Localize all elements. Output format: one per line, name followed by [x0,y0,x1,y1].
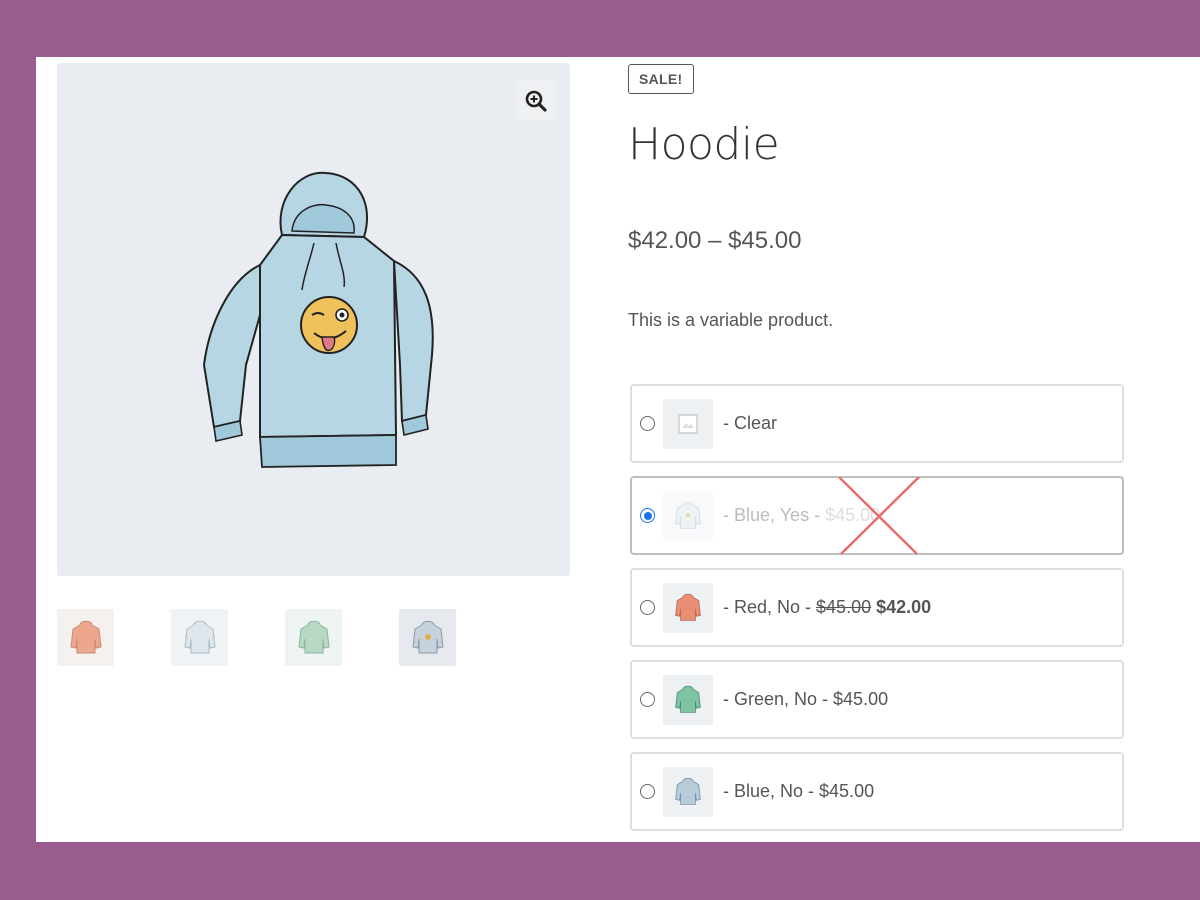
thumb-red-hoodie[interactable] [57,609,114,666]
variation-label: - Red, No - $45.00 $42.00 [723,597,932,617]
hoodie-thumb-icon [663,766,713,817]
variation-radio[interactable] [640,600,655,615]
thumb-blue-logo-hoodie[interactable] [399,609,456,666]
hoodie-thumb-icon [663,674,713,725]
placeholder-image-icon [663,398,713,449]
product-page: SALE! Hoodie $42.00 – $45.00 This is a v… [36,57,1200,842]
variation-radio[interactable] [640,692,655,707]
variation-label: - Blue, Yes - $45.00 [723,505,881,525]
zoom-button[interactable] [516,81,556,121]
variation-option-clear[interactable]: - Clear [630,384,1124,463]
zoom-in-icon [525,90,547,112]
main-product-image[interactable] [57,63,570,576]
product-description: This is a variable product. [628,310,834,330]
sale-price: $42.00 [876,597,932,617]
variation-list: - Clear - Blue, Yes - $45.00 - Red, No -… [630,384,1124,842]
variation-label: - Blue, No - $45.00 [723,781,875,801]
thumb-blue-hoodie[interactable] [171,609,228,666]
hoodie-thumb-icon [663,490,713,541]
hoodie-thumb-icon [69,620,102,653]
variation-label: - Clear [723,413,778,433]
variation-label: - Green, No - $45.00 [723,689,889,709]
variation-option-green-no[interactable]: - Green, No - $45.00 [630,660,1124,739]
hoodie-thumb-icon [297,620,330,653]
variation-option-red-no[interactable]: - Red, No - $45.00 $42.00 [630,568,1124,647]
product-title: Hoodie [628,119,780,170]
thumb-green-hoodie[interactable] [285,609,342,666]
hoodie-thumb-icon [411,620,444,653]
variation-option-blue-no[interactable]: - Blue, No - $45.00 [630,752,1124,831]
variation-price: $45.00 [825,505,881,525]
variation-radio[interactable] [640,416,655,431]
variation-option-blue-yes[interactable]: - Blue, Yes - $45.00 [630,476,1124,555]
price-range: $42.00 – $45.00 [628,227,802,254]
hoodie-thumb-icon [663,582,713,633]
old-price: $45.00 [816,597,872,617]
hoodie-thumb-icon [183,620,216,653]
variation-radio[interactable] [640,784,655,799]
hoodie-illustration [202,171,434,468]
sale-badge: SALE! [628,64,694,94]
variation-radio[interactable] [640,508,655,523]
thumbnail-strip [57,609,456,666]
